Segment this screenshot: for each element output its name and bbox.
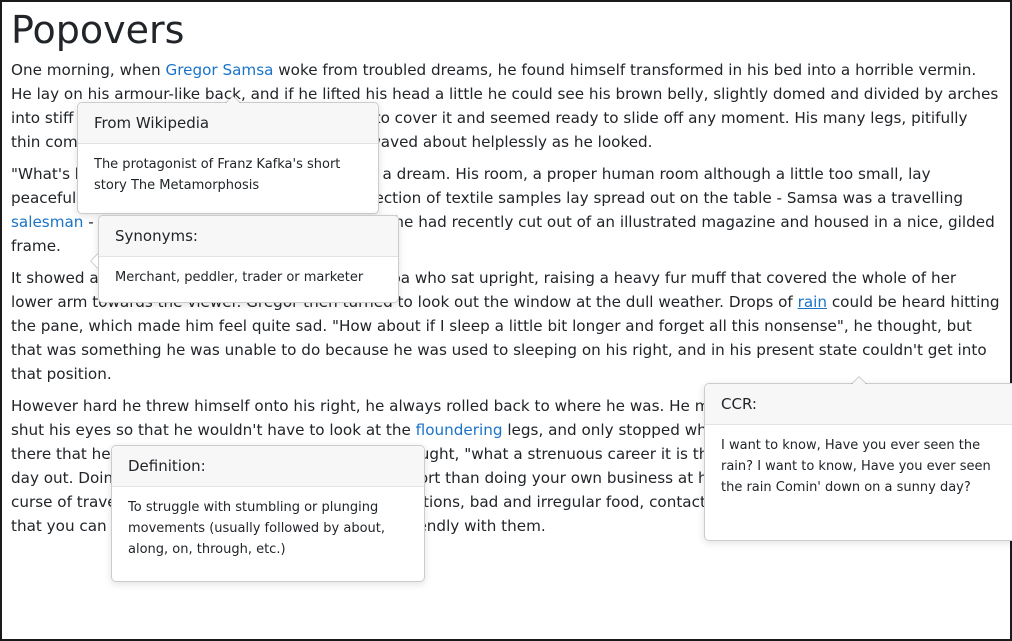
definition-popover: Definition: To struggle with stumbling o…	[111, 445, 425, 582]
popover-arrow	[851, 376, 867, 384]
floundering-link[interactable]: floundering	[416, 421, 503, 439]
synonyms-popover-title: Synonyms:	[99, 216, 398, 257]
wikipedia-popover-body: The protagonist of Franz Kafka's short s…	[94, 157, 341, 193]
wikipedia-popover-title: From Wikipedia	[78, 103, 378, 144]
rain-link[interactable]: rain	[798, 293, 827, 311]
popover-arrow	[90, 253, 98, 269]
definition-popover-title: Definition:	[112, 446, 424, 487]
synonyms-popover: Synonyms: Merchant, peddler, trader or m…	[90, 215, 399, 303]
definition-popover-body: To struggle with stumbling or plunging m…	[128, 500, 385, 557]
paragraph-1-text-before: One morning, when	[11, 61, 166, 79]
gregor-samsa-link[interactable]: Gregor Samsa	[165, 61, 273, 79]
ccr-popover-title: CCR:	[705, 384, 1012, 425]
ccr-popover-body: I want to know, Have you ever seen the r…	[721, 438, 991, 495]
popover-arrow	[225, 95, 241, 103]
ccr-popover: CCR: I want to know, Have you ever seen …	[704, 376, 1012, 541]
salesman-link[interactable]: salesman	[11, 213, 83, 231]
wikipedia-popover: From Wikipedia The protagonist of Franz …	[77, 95, 379, 214]
page-title: Popovers	[11, 8, 185, 52]
synonyms-popover-body: Merchant, peddler, trader or marketer	[115, 270, 364, 285]
